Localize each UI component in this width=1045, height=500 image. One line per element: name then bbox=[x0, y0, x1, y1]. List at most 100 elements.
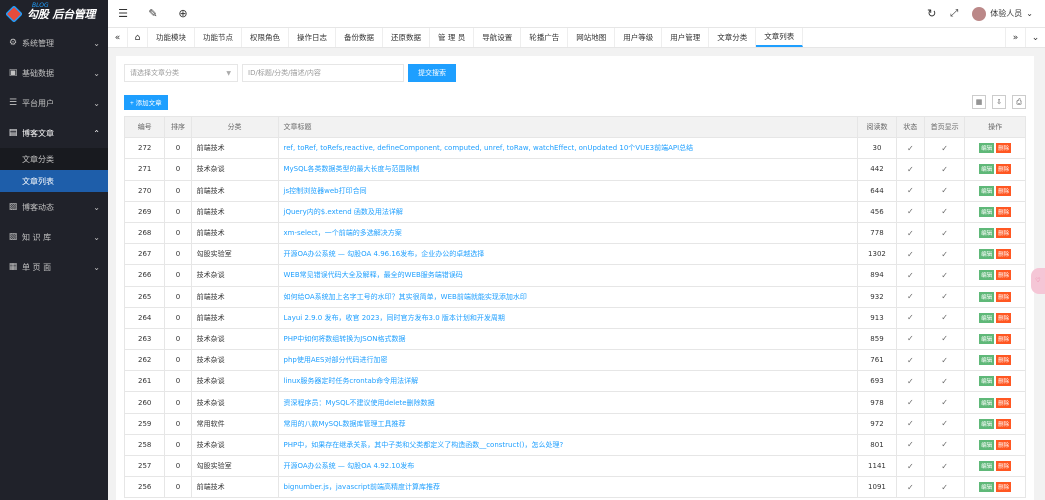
check-icon[interactable]: ✓ bbox=[941, 250, 948, 259]
delete-button[interactable]: 删除 bbox=[996, 164, 1012, 175]
check-icon[interactable]: ✓ bbox=[941, 271, 948, 280]
tab-0[interactable]: 功能模块 bbox=[148, 28, 195, 47]
delete-button[interactable]: 删除 bbox=[996, 376, 1012, 387]
clear-cache-icon[interactable]: ✎ bbox=[138, 7, 168, 20]
delete-button[interactable]: 删除 bbox=[996, 228, 1012, 239]
check-icon[interactable]: ✓ bbox=[907, 440, 914, 449]
tab-4[interactable]: 备份数据 bbox=[336, 28, 383, 47]
delete-button[interactable]: 删除 bbox=[996, 206, 1012, 217]
check-icon[interactable]: ✓ bbox=[907, 292, 914, 301]
check-icon[interactable]: ✓ bbox=[907, 313, 914, 322]
cell-title-link[interactable]: 开源OA办公系统 — 勾股OA 4.92.10发布 bbox=[277, 454, 859, 478]
check-icon[interactable]: ✓ bbox=[941, 462, 948, 471]
check-icon[interactable]: ✓ bbox=[907, 250, 914, 259]
tab-13[interactable]: 文章列表 bbox=[756, 28, 804, 47]
check-icon[interactable]: ✓ bbox=[941, 334, 948, 343]
delete-button[interactable]: 删除 bbox=[996, 312, 1012, 323]
delete-button[interactable]: 删除 bbox=[996, 270, 1012, 281]
edit-button[interactable]: 编辑 bbox=[979, 206, 995, 217]
check-icon[interactable]: ✓ bbox=[941, 356, 948, 365]
cell-title-link[interactable]: PHP中，如果存在继承关系，其中子类和父类都定义了构造函数__construct… bbox=[277, 433, 859, 457]
cell-title-link[interactable]: jQuery内的$.extend 函数及用法详解 bbox=[277, 200, 859, 223]
check-icon[interactable]: ✓ bbox=[907, 165, 914, 174]
cell-title-link[interactable]: PHP中如何将数组转换为JSON格式数据 bbox=[277, 327, 859, 351]
cell-title-link[interactable]: xm-select，一个前端的多选解决方案 bbox=[277, 221, 859, 245]
edit-button[interactable]: 编辑 bbox=[979, 312, 995, 323]
cell-title-link[interactable]: js控制浏览器web打印合同 bbox=[277, 179, 859, 202]
edit-button[interactable]: 编辑 bbox=[979, 249, 995, 260]
refresh-icon[interactable]: ↻ bbox=[927, 7, 936, 20]
sidebar-item-4[interactable]: ▨ 博客动态 ⌄ bbox=[0, 192, 108, 222]
edit-button[interactable]: 编辑 bbox=[979, 397, 995, 408]
check-icon[interactable]: ✓ bbox=[907, 334, 914, 343]
check-icon[interactable]: ✓ bbox=[907, 462, 914, 471]
edit-button[interactable]: 编辑 bbox=[979, 376, 995, 387]
edit-button[interactable]: 编辑 bbox=[979, 461, 995, 472]
check-icon[interactable]: ✓ bbox=[907, 483, 914, 492]
delete-button[interactable]: 删除 bbox=[996, 461, 1012, 472]
columns-icon[interactable]: ▦ bbox=[972, 95, 986, 109]
delete-button[interactable]: 删除 bbox=[996, 249, 1012, 260]
check-icon[interactable]: ✓ bbox=[941, 292, 948, 301]
check-icon[interactable]: ✓ bbox=[941, 186, 948, 195]
sidebar-subitem-1[interactable]: 文章列表 bbox=[0, 170, 108, 192]
edit-button[interactable]: 编辑 bbox=[979, 418, 995, 429]
tab-12[interactable]: 文章分类 bbox=[709, 28, 757, 47]
edit-button[interactable]: 编辑 bbox=[979, 355, 995, 366]
cell-title-link[interactable]: 开源OA办公系统 — 勾股OA 4.96.16发布，企业办公的卓越选择 bbox=[277, 243, 859, 266]
cell-title-link[interactable]: php使用AES对部分代码进行加密 bbox=[277, 349, 859, 372]
check-icon[interactable]: ✓ bbox=[941, 483, 948, 492]
delete-button[interactable]: 删除 bbox=[996, 355, 1012, 366]
check-icon[interactable]: ✓ bbox=[941, 229, 948, 238]
check-icon[interactable]: ✓ bbox=[941, 377, 948, 386]
delete-button[interactable]: 删除 bbox=[996, 482, 1012, 493]
keyword-input[interactable]: ID/标题/分类/描述/内容 bbox=[242, 64, 404, 82]
tab-6[interactable]: 管 理 员 bbox=[430, 28, 475, 47]
tab-3[interactable]: 操作日志 bbox=[289, 28, 336, 47]
sidebar-item-1[interactable]: ▣ 基础数据 ⌄ bbox=[0, 58, 108, 88]
add-article-button[interactable]: + 添加文章 bbox=[124, 94, 168, 110]
menu-toggle-icon[interactable]: ☰ bbox=[108, 7, 138, 20]
tabs-menu-icon[interactable]: ⌄ bbox=[1025, 28, 1045, 47]
category-select[interactable]: 请选择文章分类 ▼ bbox=[124, 64, 238, 82]
cell-title-link[interactable]: bignumber.js，javascript前端高精度计算库推荐 bbox=[277, 476, 859, 499]
cell-title-link[interactable]: 常用的八款MySQL数据库管理工具推荐 bbox=[277, 412, 859, 435]
check-icon[interactable]: ✓ bbox=[907, 229, 914, 238]
user-menu[interactable]: 体验人员 ⌄ bbox=[972, 6, 1033, 21]
edit-button[interactable]: 编辑 bbox=[979, 482, 995, 493]
print-icon[interactable]: ⎙ bbox=[1012, 95, 1026, 109]
home-icon[interactable]: ⌂ bbox=[128, 28, 148, 47]
check-icon[interactable]: ✓ bbox=[907, 207, 914, 216]
delete-button[interactable]: 删除 bbox=[996, 185, 1012, 196]
check-icon[interactable]: ✓ bbox=[907, 271, 914, 280]
sidebar-subitem-0[interactable]: 文章分类 bbox=[0, 148, 108, 170]
check-icon[interactable]: ✓ bbox=[941, 144, 948, 153]
export-icon[interactable]: ⇩ bbox=[992, 95, 1006, 109]
globe-icon[interactable]: ⊕ bbox=[168, 7, 198, 20]
edit-button[interactable]: 编辑 bbox=[979, 164, 995, 175]
delete-button[interactable]: 删除 bbox=[996, 291, 1012, 302]
check-icon[interactable]: ✓ bbox=[941, 419, 948, 428]
delete-button[interactable]: 删除 bbox=[996, 397, 1012, 408]
check-icon[interactable]: ✓ bbox=[907, 144, 914, 153]
tab-11[interactable]: 用户管理 bbox=[662, 28, 710, 47]
check-icon[interactable]: ✓ bbox=[941, 313, 948, 322]
edit-button[interactable]: 编辑 bbox=[979, 143, 995, 154]
edit-button[interactable]: 编辑 bbox=[979, 270, 995, 281]
check-icon[interactable]: ✓ bbox=[941, 440, 948, 449]
edit-button[interactable]: 编辑 bbox=[979, 291, 995, 302]
check-icon[interactable]: ✓ bbox=[941, 398, 948, 407]
tab-9[interactable]: 网站地图 bbox=[568, 28, 616, 47]
cell-title-link[interactable]: 资深程序员：MySQL不建议使用delete删除数据 bbox=[277, 391, 859, 414]
check-icon[interactable]: ✓ bbox=[941, 207, 948, 216]
edit-button[interactable]: 编辑 bbox=[979, 439, 995, 450]
tab-2[interactable]: 权限角色 bbox=[242, 28, 289, 47]
sidebar-item-6[interactable]: ▦ 单 页 面 ⌄ bbox=[0, 252, 108, 282]
check-icon[interactable]: ✓ bbox=[907, 377, 914, 386]
sidebar-item-0[interactable]: ⚙ 系统管理 ⌄ bbox=[0, 28, 108, 58]
check-icon[interactable]: ✓ bbox=[907, 186, 914, 195]
tab-7[interactable]: 导航设置 bbox=[474, 28, 522, 47]
edit-button[interactable]: 编辑 bbox=[979, 228, 995, 239]
tabs-scroll-right-icon[interactable]: » bbox=[1005, 28, 1025, 47]
cell-title-link[interactable]: 如何给OA系统加上名字工号的水印？其实很简单，WEB前端就能实现添加水印 bbox=[277, 285, 859, 308]
